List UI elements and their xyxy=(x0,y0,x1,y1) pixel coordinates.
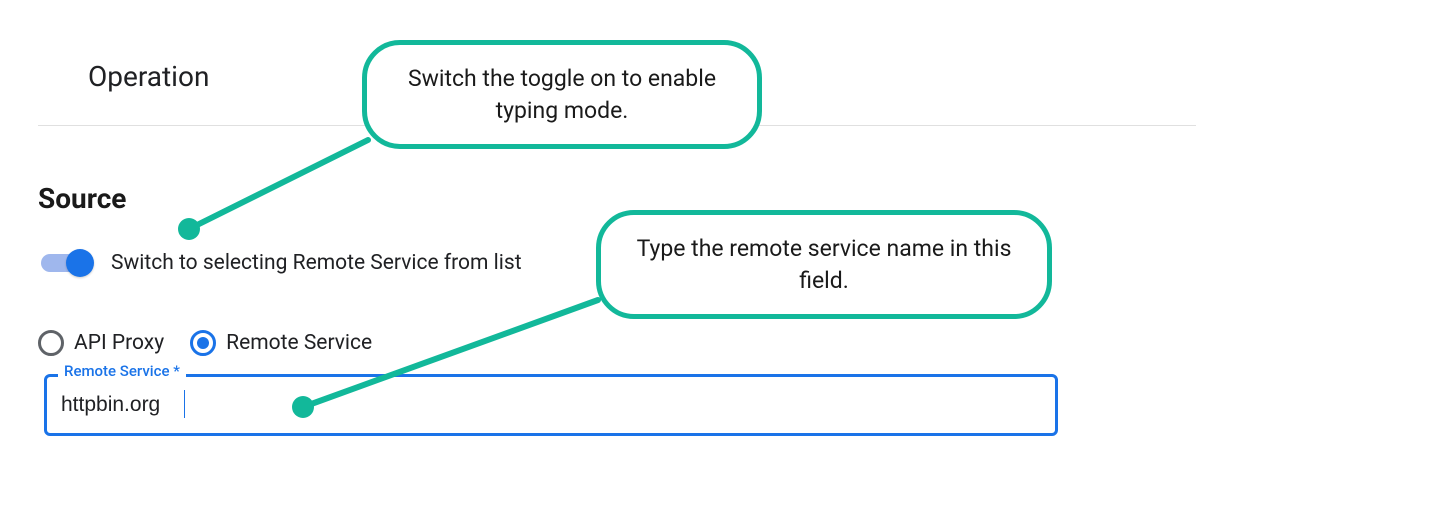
remote-service-input[interactable] xyxy=(44,374,1058,436)
radio-remote-service-label: Remote Service xyxy=(226,331,372,355)
radio-remote-service[interactable]: Remote Service xyxy=(190,330,372,356)
remote-service-field-legend: Remote Service * xyxy=(58,362,186,380)
radio-api-proxy-label: API Proxy xyxy=(74,331,164,355)
operation-title: Operation xyxy=(88,60,209,93)
text-caret xyxy=(184,390,185,418)
typing-mode-toggle-label: Switch to selecting Remote Service from … xyxy=(111,251,522,275)
typing-mode-toggle[interactable] xyxy=(38,250,93,276)
callout-field: Type the remote service name in this fie… xyxy=(596,210,1052,319)
source-title: Source xyxy=(38,182,126,215)
callout-toggle: Switch the toggle on to enable typing mo… xyxy=(362,40,762,149)
radio-api-proxy[interactable]: API Proxy xyxy=(38,330,164,356)
